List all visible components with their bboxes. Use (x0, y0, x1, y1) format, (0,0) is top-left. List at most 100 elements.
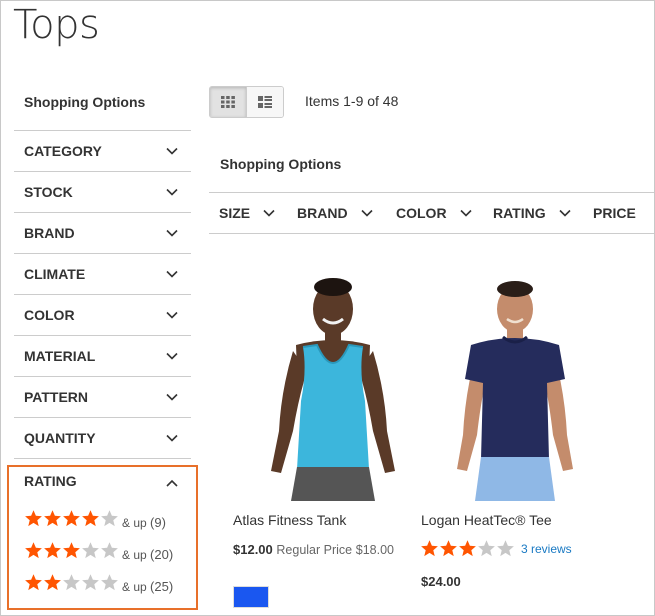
star-icon (478, 540, 495, 557)
and-up-text: & up (122, 515, 147, 530)
and-up-text: & up (122, 579, 147, 594)
rating-option-4-stars[interactable]: & up (9) (24, 507, 166, 530)
horizontal-filter-bar: SIZE BRAND COLOR RATING PRICE (209, 192, 654, 234)
chevron-down-icon[interactable] (165, 226, 179, 240)
filter-label: CATEGORY (24, 143, 102, 159)
product-price-logan-heattec-tee: $24.00 (421, 574, 461, 589)
filter-color[interactable]: COLOR (14, 294, 191, 335)
grid-view-button[interactable] (210, 87, 246, 117)
rating-count: (25) (150, 578, 174, 594)
star-icon (101, 509, 118, 526)
chevron-down-icon[interactable] (558, 206, 572, 220)
view-mode-switcher (209, 86, 284, 118)
color-swatch-blue[interactable] (233, 586, 269, 608)
star-icon (459, 540, 476, 557)
star-icon (101, 541, 118, 558)
rating-count: (9) (150, 514, 166, 530)
chevron-up-icon[interactable] (165, 476, 179, 490)
chevron-down-icon[interactable] (165, 144, 179, 158)
top-filter-rating[interactable]: RATING (493, 205, 572, 221)
product-image-logan-heattec-tee[interactable] (441, 275, 601, 501)
filter-quantity[interactable]: QUANTITY (14, 417, 191, 458)
filter-pattern[interactable]: PATTERN (14, 376, 191, 417)
star-icon (440, 540, 457, 557)
star-icon (82, 541, 99, 558)
filter-brand[interactable]: BRAND (14, 212, 191, 253)
top-filter-label: RATING (493, 205, 546, 221)
star-icon (421, 540, 438, 557)
and-up-text: & up (122, 547, 147, 562)
page-frame: Tops Shopping Options CATEGORY STOCK BRAND… (0, 0, 655, 616)
star-icon (63, 509, 80, 526)
chevron-down-icon[interactable] (459, 206, 473, 220)
top-filter-label: PRICE (593, 205, 636, 221)
list-view-button[interactable] (246, 87, 283, 117)
page-title: Tops (13, 2, 100, 48)
product-name-atlas-fitness-tank[interactable]: Atlas Fitness Tank (233, 512, 346, 528)
top-filters-heading: Shopping Options (220, 156, 342, 172)
rating-option-3-stars[interactable]: & up (20) (24, 539, 173, 562)
star-icon (63, 573, 80, 590)
star-icon (101, 573, 118, 590)
chevron-down-icon[interactable] (165, 308, 179, 322)
chevron-down-icon[interactable] (165, 267, 179, 281)
star-icon (25, 573, 42, 590)
star-icon (44, 509, 61, 526)
rating-filter-title[interactable]: RATING (24, 473, 77, 489)
top-filter-price[interactable]: PRICE (593, 205, 636, 221)
top-filter-color[interactable]: COLOR (396, 205, 473, 221)
top-filter-label: COLOR (396, 205, 447, 221)
rating-count: (20) (150, 546, 174, 562)
regular-price-label: Regular Price (276, 543, 353, 557)
grid-icon (221, 96, 235, 108)
filter-label: BRAND (24, 225, 75, 241)
top-filter-label: BRAND (297, 205, 348, 221)
chevron-down-icon[interactable] (262, 206, 276, 220)
reviews-link[interactable]: 3 reviews (521, 542, 572, 556)
filter-climate[interactable]: CLIMATE (14, 253, 191, 294)
product-reviews-summary: 3 reviews (420, 539, 572, 558)
product-image-atlas-fitness-tank[interactable] (241, 271, 411, 501)
top-filter-size[interactable]: SIZE (219, 205, 276, 221)
top-filter-label: SIZE (219, 205, 251, 221)
regular-price: $18.00 (355, 543, 394, 557)
rating-filter-panel: RATING & up (9) & up (20) & up (25) (7, 465, 198, 610)
toolbar-amount: Items 1-9 of 48 (305, 93, 399, 109)
star-icon (82, 573, 99, 590)
chevron-down-icon[interactable] (360, 206, 374, 220)
rating-stars (24, 541, 119, 560)
product-price-atlas-fitness-tank: $12.00 Regular Price $18.00 (233, 542, 394, 557)
filter-stock[interactable]: STOCK (14, 171, 191, 212)
star-icon (25, 541, 42, 558)
filter-material[interactable]: MATERIAL (14, 335, 191, 376)
sidebar-filter-list: CATEGORY STOCK BRAND CLIMATE COLOR MATERIAL PA… (14, 130, 191, 459)
list-icon (258, 96, 272, 108)
filter-category[interactable]: CATEGORY (14, 130, 191, 171)
rating-option-2-stars[interactable]: & up (25) (24, 571, 174, 594)
filter-label: MATERIAL (24, 348, 96, 364)
sidebar-heading: Shopping Options (24, 94, 146, 110)
final-price: $24.00 (421, 574, 461, 589)
top-filter-brand[interactable]: BRAND (297, 205, 374, 221)
product-name-logan-heattec-tee[interactable]: Logan HeatTec® Tee (421, 512, 552, 528)
star-icon (44, 541, 61, 558)
chevron-down-icon[interactable] (165, 185, 179, 199)
star-icon (25, 509, 42, 526)
chevron-down-icon[interactable] (165, 390, 179, 404)
rating-stars (24, 509, 119, 528)
star-icon (44, 573, 61, 590)
rating-up-label: & up (20) (122, 547, 173, 562)
filter-label: STOCK (24, 184, 73, 200)
star-icon (82, 509, 99, 526)
filter-label: PATTERN (24, 389, 89, 405)
filter-divider (14, 458, 191, 459)
filter-label: QUANTITY (24, 430, 96, 446)
chevron-down-icon[interactable] (165, 349, 179, 363)
filter-label: COLOR (24, 307, 75, 323)
star-icon (497, 540, 514, 557)
chevron-down-icon[interactable] (165, 431, 179, 445)
final-price: $12.00 (233, 542, 273, 557)
filter-label: CLIMATE (24, 266, 86, 282)
rating-up-label: & up (9) (122, 515, 166, 530)
star-icon (63, 541, 80, 558)
